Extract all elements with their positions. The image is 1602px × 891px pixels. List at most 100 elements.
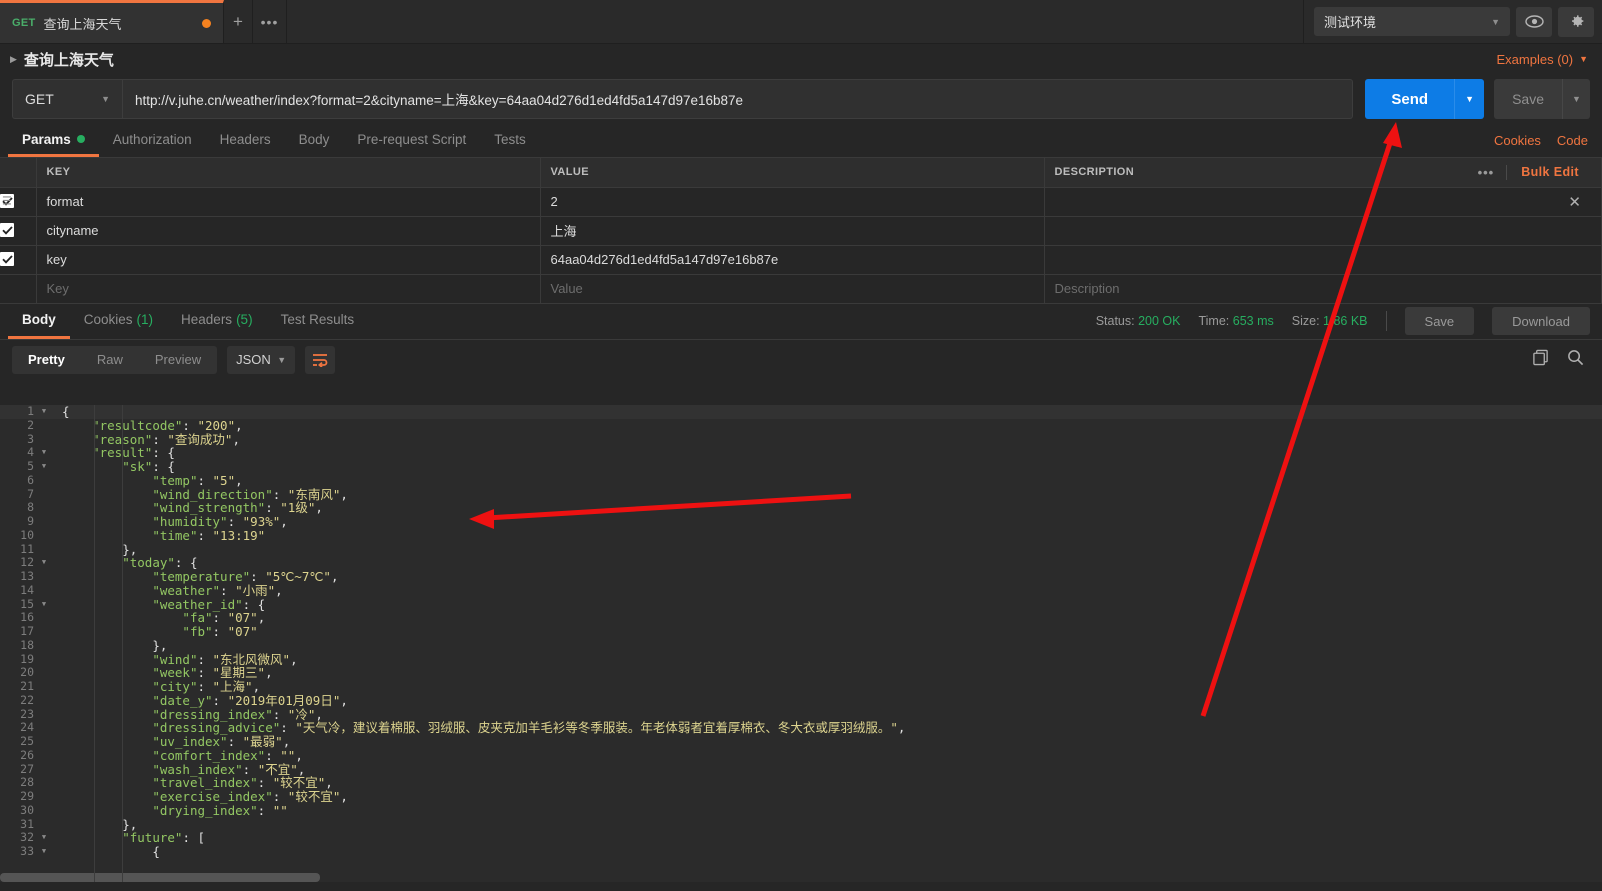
json-line: 20 "week": "星期三", xyxy=(0,665,1602,680)
row-checkbox[interactable] xyxy=(0,223,14,238)
drag-handle-icon[interactable]: ☰ xyxy=(2,196,12,207)
line-number: 29 xyxy=(20,789,34,803)
send-options-button[interactable]: ▼ xyxy=(1454,79,1485,119)
unsaved-changes-dot xyxy=(202,18,211,28)
tab-pre-request-script[interactable]: Pre-request Script xyxy=(343,124,480,157)
row-checkbox-cell xyxy=(0,274,37,304)
param-description-input-empty[interactable]: Description xyxy=(1044,274,1602,304)
param-key-input[interactable]: format xyxy=(36,187,541,217)
param-value-input[interactable]: 64aa04d276d1ed4fd5a147d97e16b87e xyxy=(540,245,1045,275)
save-options-button[interactable]: ▼ xyxy=(1562,79,1590,119)
download-response-button[interactable]: Download xyxy=(1492,307,1590,335)
param-value-input[interactable]: 上海 xyxy=(540,216,1045,246)
tab-options-button[interactable]: ••• xyxy=(253,0,287,43)
param-value-input[interactable]: 2 xyxy=(540,187,1045,217)
param-description-input[interactable] xyxy=(1044,245,1602,275)
line-number: 27 xyxy=(20,761,34,776)
line-number: 1 xyxy=(27,405,34,418)
code-link[interactable]: Code xyxy=(1557,133,1588,148)
search-icon[interactable] xyxy=(1567,349,1584,371)
fold-toggle-icon[interactable]: ▼ xyxy=(38,460,50,474)
line-number: 2 xyxy=(27,417,34,432)
line-number: 26 xyxy=(20,747,34,762)
param-key-input[interactable]: cityname xyxy=(36,216,541,246)
json-line-content: "weather": "小雨", xyxy=(152,582,283,598)
fold-toggle-icon[interactable]: ▼ xyxy=(38,446,50,460)
chevron-down-icon: ▼ xyxy=(101,94,110,104)
tab-body[interactable]: Body xyxy=(285,124,344,157)
json-line-content: "time": "13:19" xyxy=(152,527,266,543)
eye-icon[interactable] xyxy=(1516,6,1552,37)
status-value: 200 OK xyxy=(1138,314,1181,328)
environment-controls: 测试环境 ▼ xyxy=(1303,0,1602,43)
line-number: 5 xyxy=(27,459,34,473)
environment-selector[interactable]: 测试环境 ▼ xyxy=(1314,7,1510,36)
view-mode-raw[interactable]: Raw xyxy=(81,346,139,374)
fold-toggle-icon[interactable]: ▼ xyxy=(38,845,50,859)
chevron-down-icon: ▼ xyxy=(1579,54,1588,64)
params-options-button[interactable]: ••• xyxy=(1466,164,1508,180)
http-method-selector[interactable]: GET ▼ xyxy=(12,79,122,119)
tab-params[interactable]: Params xyxy=(8,124,99,157)
tab-response-headers[interactable]: Headers (5) xyxy=(167,304,267,339)
save-response-button[interactable]: Save xyxy=(1404,307,1475,335)
environment-name: 测试环境 xyxy=(1324,15,1377,30)
send-button[interactable]: Send xyxy=(1365,79,1455,119)
line-number: 32 xyxy=(20,830,34,845)
status-metric: Status: 200 OK xyxy=(1096,314,1181,328)
bulk-edit-button[interactable]: Bulk Edit xyxy=(1507,165,1591,179)
gear-icon[interactable] xyxy=(1558,6,1594,37)
json-line: 4 ▼ "result": { xyxy=(0,445,1602,460)
response-format-selector[interactable]: JSON ▼ xyxy=(227,345,296,374)
word-wrap-icon[interactable] xyxy=(305,345,336,374)
json-line-content: "drying_index": "" xyxy=(152,802,288,818)
tab-response-body[interactable]: Body xyxy=(8,304,70,339)
json-line: 25 "uv_index": "最弱", xyxy=(0,734,1602,749)
line-number: 33 xyxy=(20,844,34,858)
tab-test-results[interactable]: Test Results xyxy=(267,304,369,339)
url-input[interactable]: http://v.juhe.cn/weather/index?format=2&… xyxy=(122,79,1354,119)
view-mode-pretty[interactable]: Pretty xyxy=(12,346,81,374)
param-description-input[interactable]: ✕ xyxy=(1044,187,1602,217)
line-number: 8 xyxy=(27,500,34,515)
fold-toggle-icon[interactable]: ▼ xyxy=(38,556,50,570)
json-line: 2 "resultcode": "200", xyxy=(0,417,1602,433)
tab-tests[interactable]: Tests xyxy=(480,124,540,157)
json-line-content: }, xyxy=(152,637,168,653)
delete-row-icon[interactable]: ✕ xyxy=(1568,193,1591,211)
params-table: KEY VALUE DESCRIPTION ••• Bulk Edit ☰ fo… xyxy=(0,158,1602,304)
param-value-input-empty[interactable]: Value xyxy=(540,274,1045,304)
fold-toggle-icon[interactable]: ▼ xyxy=(38,831,50,845)
param-description-input[interactable] xyxy=(1044,216,1602,246)
new-tab-button[interactable]: + xyxy=(224,0,253,43)
fold-toggle-icon[interactable]: ▼ xyxy=(38,598,50,612)
http-method-value: GET xyxy=(25,91,54,107)
line-number: 17 xyxy=(20,624,34,638)
row-checkbox[interactable] xyxy=(0,252,14,267)
json-line-content: "city": "上海", xyxy=(152,679,261,694)
response-body-viewer[interactable]: 1▼{2 "resultcode": "200",3 "reason": "查询… xyxy=(0,405,1602,882)
view-mode-preview[interactable]: Preview xyxy=(139,346,217,374)
json-code-block: 1▼{2 "resultcode": "200",3 "reason": "查询… xyxy=(0,405,1602,859)
response-meta: Status: 200 OK Time: 653 ms Size: 1.86 K… xyxy=(1096,307,1602,335)
copy-icon[interactable] xyxy=(1532,349,1549,371)
horizontal-scrollbar[interactable] xyxy=(0,873,1602,882)
chevron-right-icon[interactable]: ▶ xyxy=(10,54,17,65)
tab-authorization[interactable]: Authorization xyxy=(99,124,206,157)
header-description-label: DESCRIPTION xyxy=(1054,166,1135,179)
examples-dropdown[interactable]: Examples (0) ▼ xyxy=(1497,52,1589,67)
tab-headers[interactable]: Headers xyxy=(206,124,285,157)
line-number: 6 xyxy=(27,472,34,487)
tab-response-cookies[interactable]: Cookies (1) xyxy=(70,304,167,339)
request-tab-active[interactable]: GET 查询上海天气 xyxy=(0,0,224,43)
cookies-link[interactable]: Cookies xyxy=(1494,133,1541,148)
save-request-button[interactable]: Save xyxy=(1494,79,1562,119)
param-key-input[interactable]: key xyxy=(36,245,541,275)
row-checkbox-cell xyxy=(0,216,37,246)
line-number: 4 xyxy=(27,445,34,460)
param-key-input-empty[interactable]: Key xyxy=(36,274,541,304)
response-view-mode-group: Pretty Raw Preview xyxy=(12,345,218,374)
line-number: 18 xyxy=(20,637,34,652)
json-line: 24 "dressing_advice": "天气冷，建议着棉服、羽绒服、皮夹克… xyxy=(0,720,1602,735)
fold-toggle-icon[interactable]: ▼ xyxy=(38,405,50,419)
